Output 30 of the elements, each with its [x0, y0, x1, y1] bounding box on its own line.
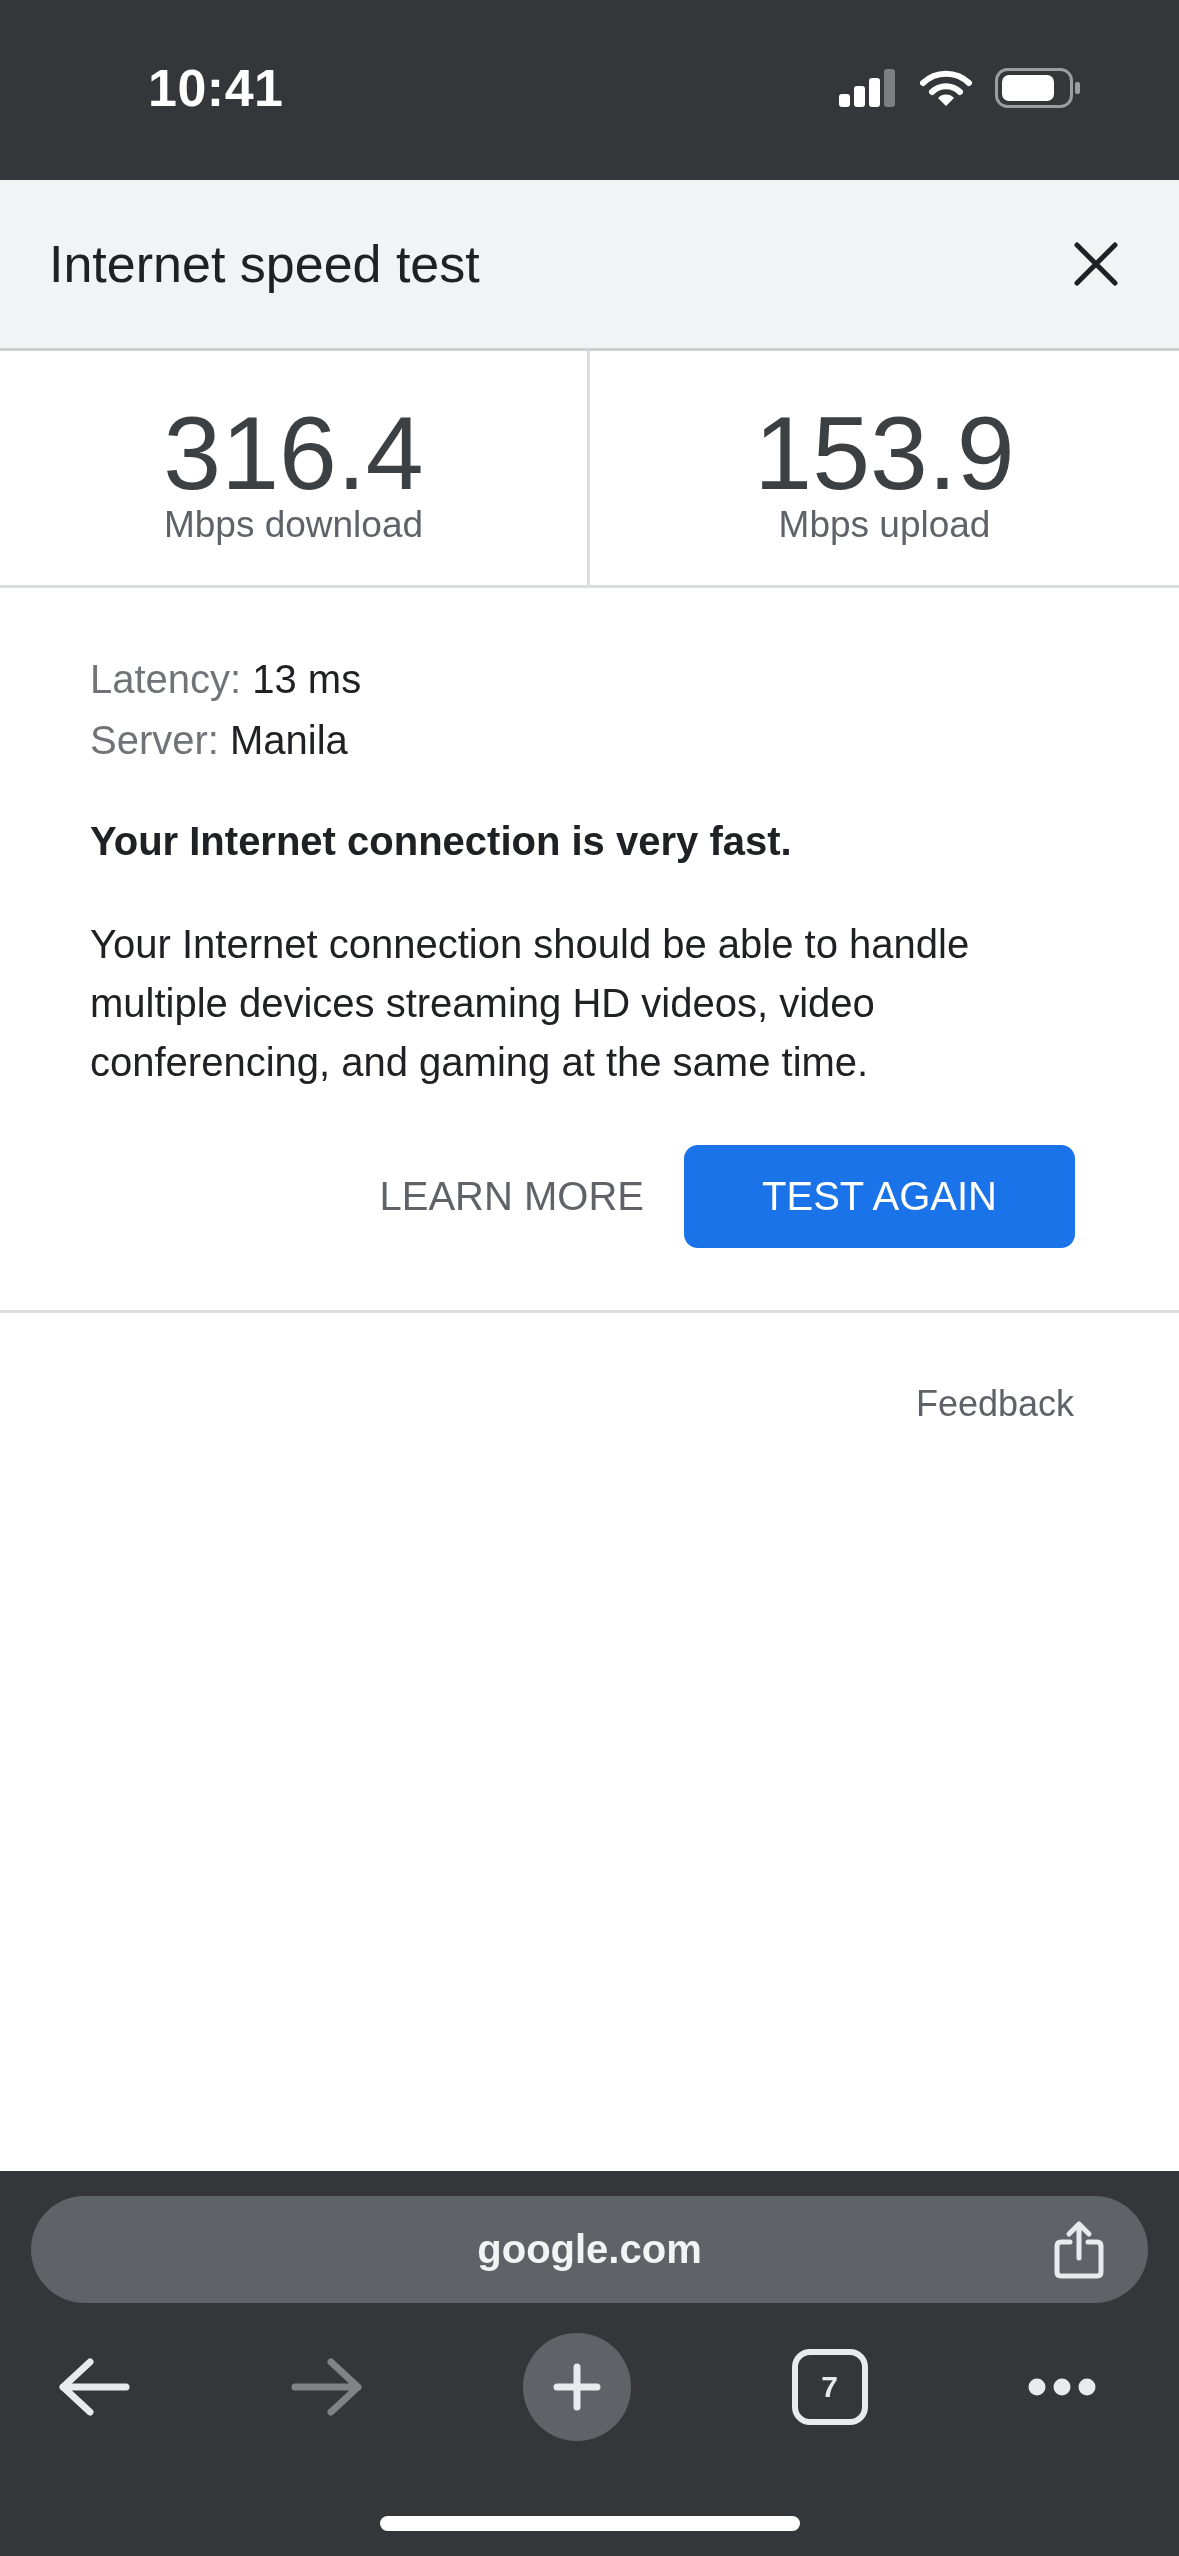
- feedback-link[interactable]: Feedback: [915, 1382, 1074, 1426]
- close-button[interactable]: [1074, 242, 1118, 286]
- battery-icon: [995, 68, 1081, 108]
- speed-value: 316.4: [163, 401, 424, 505]
- back-arrow-icon: [58, 2358, 130, 2416]
- forward-arrow-icon: [290, 2358, 363, 2416]
- tab-count-button[interactable]: 7: [791, 2349, 868, 2425]
- detail-label: Server:: [90, 717, 219, 764]
- wifi-icon: [919, 69, 973, 107]
- status-time: 10:41: [148, 58, 284, 118]
- signal-icon: [839, 69, 897, 107]
- speed-unit-label: Mbps download: [163, 505, 424, 545]
- plus-icon: [553, 2363, 601, 2411]
- learn-more-button[interactable]: LEARN MORE: [339, 1145, 684, 1248]
- back-button[interactable]: [58, 2358, 130, 2416]
- speed-unit-label: Mbps upload: [778, 505, 991, 545]
- more-button[interactable]: [1028, 2378, 1096, 2396]
- speed-value: 153.9: [754, 401, 1015, 505]
- share-icon: [1052, 2219, 1106, 2280]
- result-description: Your Internet connection should be able to handle multiple devices streaming HD videos, video conferencing, and gaming at the same time.: [90, 921, 971, 1086]
- more-icon: [1028, 2378, 1096, 2396]
- address-bar[interactable]: google.com: [31, 2196, 1148, 2303]
- result-headline: Your Internet connection is very fast.: [90, 818, 793, 865]
- share-button[interactable]: [1052, 2219, 1106, 2280]
- detail-label: Latency:: [90, 656, 242, 703]
- close-icon: [1074, 242, 1118, 286]
- detail-value: 13 ms: [252, 656, 362, 703]
- test-again-button[interactable]: TEST AGAIN: [684, 1145, 1075, 1248]
- detail-value: Manila: [229, 717, 348, 764]
- page-title: Internet speed test: [49, 234, 480, 294]
